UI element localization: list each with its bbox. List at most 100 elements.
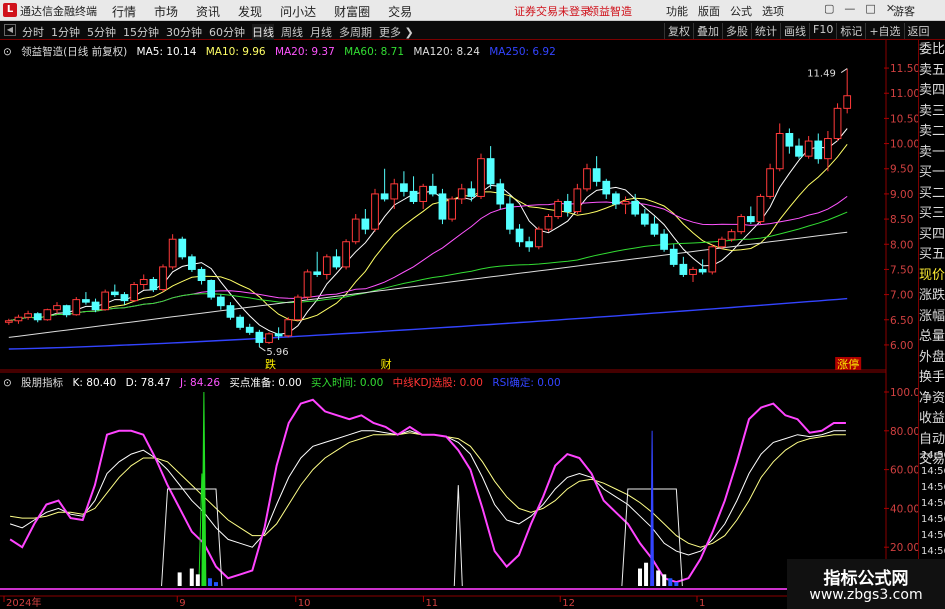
- candle-body: [110, 291, 119, 296]
- minimize-icon[interactable]: —: [844, 2, 855, 15]
- candle-body: [313, 271, 322, 275]
- candle-body: [621, 200, 630, 205]
- side-item[interactable]: 现价: [919, 266, 945, 287]
- rsi-bar: [668, 578, 673, 586]
- side-item[interactable]: 净资: [919, 389, 945, 410]
- candle-body: [4, 320, 13, 323]
- menu-discover[interactable]: 发现: [238, 3, 262, 20]
- statistics-button[interactable]: 统计: [751, 23, 780, 39]
- side-item[interactable]: 买一: [919, 163, 945, 184]
- user-label[interactable]: 游客: [893, 3, 915, 19]
- side-item[interactable]: 卖五: [919, 61, 945, 82]
- candle-body: [265, 333, 273, 343]
- candle-body: [322, 256, 331, 275]
- side-item[interactable]: 卖二: [919, 122, 945, 143]
- side-item[interactable]: 买三: [919, 204, 945, 225]
- overlay-button[interactable]: 叠加: [693, 23, 722, 39]
- tab-more[interactable]: 更多 ❯: [379, 24, 414, 40]
- menu-wealth[interactable]: 财富圈: [334, 3, 370, 20]
- menu-ask[interactable]: 问小达: [280, 3, 316, 20]
- candle-body: [727, 231, 736, 240]
- chart-collapse-icon[interactable]: ⊙: [3, 46, 12, 58]
- d-label: D: 78.47: [125, 377, 171, 389]
- side-item[interactable]: 委比: [919, 40, 945, 61]
- login-warning[interactable]: 证券交易未登录: [514, 3, 591, 19]
- price-tick-label: 7.00: [890, 290, 913, 302]
- candle-body: [197, 268, 206, 281]
- back-button[interactable]: 返回: [903, 23, 933, 39]
- candle-body: [351, 218, 360, 243]
- side-item[interactable]: 外盘: [919, 348, 945, 369]
- candle-body: [795, 145, 803, 157]
- side-item[interactable]: 卖三: [919, 102, 945, 123]
- draw-line-button[interactable]: 画线: [780, 23, 809, 39]
- ma60-label: MA60: 8.71: [344, 46, 404, 58]
- candle-body: [400, 183, 408, 192]
- candle-body: [216, 296, 225, 307]
- candle-body: [612, 193, 620, 205]
- nav-back-icon[interactable]: ◀: [4, 24, 16, 36]
- menu-function[interactable]: 功能: [666, 3, 688, 19]
- side-item[interactable]: 换手: [919, 368, 945, 389]
- window-buttons: ▢ — □ ✕: [824, 2, 895, 15]
- indicator-name[interactable]: 股朋指标: [21, 377, 63, 389]
- chart-canvas[interactable]: 11.50 11.00 10.50 10.00 9.50 9.00 8.50 8.00 7.50…: [0, 40, 945, 609]
- maximize-icon[interactable]: □: [865, 2, 875, 15]
- candle-body: [33, 313, 42, 321]
- menu-quotes[interactable]: 行情: [112, 3, 136, 20]
- candle-body: [583, 168, 591, 190]
- period-tabs: 分时 1分钟 5分钟 15分钟 30分钟 60分钟 日线 周线 月线 多周期 更…: [22, 24, 421, 40]
- side-item[interactable]: 买五: [919, 245, 945, 266]
- tab-60min[interactable]: 60分钟: [209, 24, 245, 40]
- tick-time: 14:56: [921, 450, 945, 461]
- tab-daily[interactable]: 日线: [252, 24, 274, 40]
- multi-stock-button[interactable]: 多股: [722, 23, 751, 39]
- side-item[interactable]: 买二: [919, 184, 945, 205]
- tab-multi-period[interactable]: 多周期: [339, 24, 372, 40]
- tab-weekly[interactable]: 周线: [281, 24, 303, 40]
- candle-body: [419, 185, 428, 202]
- side-item[interactable]: 收益: [919, 409, 945, 430]
- candle-body: [342, 241, 350, 268]
- date-tick-label: 1: [699, 598, 705, 609]
- right-menu: 功能 版面 公式 选项: [666, 3, 794, 19]
- candle-body: [660, 233, 668, 250]
- candle-body: [814, 140, 823, 160]
- menu-news[interactable]: 资讯: [196, 3, 220, 20]
- tab-monthly[interactable]: 月线: [310, 24, 332, 40]
- candle-body: [756, 195, 765, 223]
- candle-body: [669, 248, 678, 265]
- candle-body: [24, 313, 32, 318]
- side-item[interactable]: 总量: [919, 327, 945, 348]
- side-item[interactable]: 卖一: [919, 143, 945, 164]
- menu-options[interactable]: 选项: [762, 3, 784, 19]
- candle-body: [602, 180, 611, 195]
- tab-15min[interactable]: 15分钟: [123, 24, 159, 40]
- side-item[interactable]: 涨幅: [919, 307, 945, 328]
- mark-button[interactable]: 标记: [836, 23, 865, 39]
- menu-market[interactable]: 市场: [154, 3, 178, 20]
- tab-5min[interactable]: 5分钟: [87, 24, 116, 40]
- tab-timeshare[interactable]: 分时: [22, 24, 44, 40]
- candle-body: [737, 216, 746, 233]
- side-item[interactable]: 买四: [919, 225, 945, 246]
- restore-icon[interactable]: ▢: [824, 2, 834, 15]
- price-tick-label: 10.50: [890, 113, 920, 125]
- adjust-button[interactable]: 复权: [664, 23, 693, 39]
- menu-trade[interactable]: 交易: [388, 3, 412, 20]
- candle-body: [332, 256, 341, 268]
- menu-layout[interactable]: 版面: [698, 3, 720, 19]
- tick-time: 14:56: [921, 482, 945, 493]
- menu-formula[interactable]: 公式: [730, 3, 752, 19]
- add-watchlist-button[interactable]: +自选: [865, 23, 903, 39]
- side-item[interactable]: 卖四: [919, 81, 945, 102]
- side-item[interactable]: 自动: [919, 430, 945, 451]
- tab-30min[interactable]: 30分钟: [166, 24, 202, 40]
- app-logo-icon: L: [3, 3, 17, 17]
- side-item[interactable]: 涨跌: [919, 286, 945, 307]
- kdj-lines: [9, 398, 846, 584]
- tab-1min[interactable]: 1分钟: [51, 24, 80, 40]
- f10-button[interactable]: F10: [809, 23, 836, 39]
- indicator-tick-label: 80.00: [890, 426, 920, 438]
- indicator-collapse-icon[interactable]: ⊙: [3, 377, 12, 389]
